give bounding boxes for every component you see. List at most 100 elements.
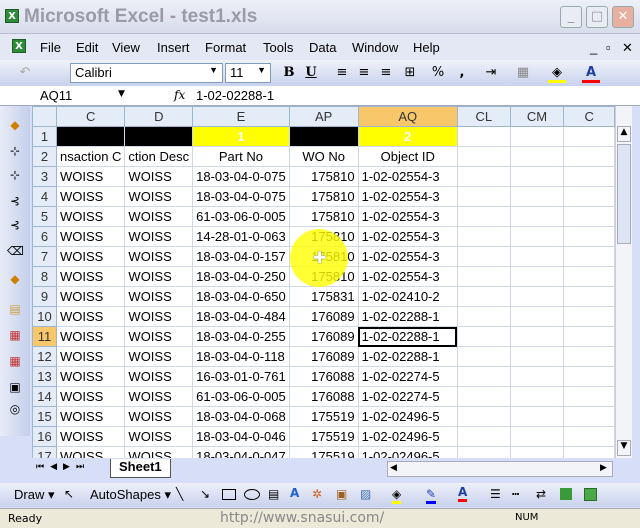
cell[interactable]: WOISS [55,246,126,267]
diagram-icon[interactable]: ✲ [312,487,322,501]
cell[interactable]: 175810 [288,166,359,187]
bold-button[interactable]: B [280,65,298,80]
cell[interactable]: 2 [357,126,458,147]
line-icon[interactable]: ╲ [176,487,183,501]
cell[interactable] [456,426,511,447]
fill-color-icon[interactable]: ◈ [548,65,566,83]
cell[interactable]: 18-03-04-0-075 [192,166,290,187]
cell[interactable]: 18-03-04-0-484 [192,306,290,327]
row-header[interactable]: 5 [32,206,57,227]
row-header[interactable]: 1 [32,126,57,147]
cell[interactable]: WOISS [124,246,194,267]
autoshapes-menu[interactable]: AutoShapes ▾ [90,487,171,503]
cell[interactable]: 1-02-02288-1 [357,346,458,367]
cell[interactable] [509,146,565,167]
cell[interactable]: WOISS [124,386,194,407]
cell[interactable]: 176088 [288,386,359,407]
picture-icon[interactable]: ▨ [360,487,371,501]
cell[interactable] [563,186,615,207]
cell[interactable] [563,146,615,167]
cell[interactable] [509,226,565,247]
cell[interactable]: 1-02-02274-5 [357,386,458,407]
textbox-icon[interactable]: ▤ [268,487,279,501]
cell[interactable]: 1-02-02554-3 [357,206,458,227]
cell[interactable]: 1-02-02554-3 [357,266,458,287]
clipart-icon[interactable]: ▣ [336,487,347,501]
cell[interactable] [509,406,565,427]
cell[interactable]: 16-03-01-0-761 [192,366,290,387]
dash-style-icon[interactable]: ┅ [512,487,519,501]
cell[interactable] [55,126,126,147]
cell[interactable]: WOISS [55,226,126,247]
doc-restore-button[interactable]: ▫ [606,40,611,55]
cell[interactable]: Object ID [357,146,458,167]
cell[interactable] [509,286,565,307]
horizontal-scrollbar[interactable]: ◀ ▶ [387,461,613,477]
cell[interactable] [456,446,511,458]
doc-minimize-button[interactable]: _ [590,40,597,55]
menu-view[interactable]: View [112,40,140,55]
cell[interactable]: 1-02-02496-5 [357,426,458,447]
fx-icon[interactable]: fx [174,88,185,102]
cell[interactable]: 1-02-02554-3 [357,166,458,187]
column-header-e[interactable]: E [192,106,290,127]
cell[interactable] [456,406,511,427]
error-check-icon[interactable]: ◆ [7,118,23,134]
column-header-d[interactable]: D [124,106,194,127]
cell[interactable] [563,226,615,247]
align-center-icon[interactable]: ≡ [355,65,373,80]
column-header-cm[interactable]: CM [509,106,565,127]
column-header-c[interactable]: C [563,106,615,127]
cell[interactable] [563,126,615,147]
row-header[interactable]: 15 [32,406,57,427]
3d-style-icon[interactable] [584,488,597,501]
wordart-icon[interactable]: A [290,486,299,500]
trace-precedents-icon[interactable]: ⊹ [7,144,23,160]
cell[interactable]: 1-02-02410-2 [357,286,458,307]
scroll-up-icon[interactable]: ▲ [617,126,631,142]
cell[interactable]: WOISS [124,206,194,227]
arrow-style-icon[interactable]: ⇄ [536,487,546,501]
vertical-scrollbar[interactable]: ▲ ▼ [615,106,632,458]
cell[interactable]: 14-28-01-0-063 [192,226,290,247]
cell[interactable] [563,446,615,458]
cell[interactable] [563,366,615,387]
cell[interactable] [456,186,511,207]
cell[interactable]: WOISS [55,366,126,387]
cell[interactable]: Part No [192,146,290,167]
cell[interactable] [509,326,565,347]
row-header[interactable]: 16 [32,426,57,447]
cell[interactable]: WOISS [55,406,126,427]
remove-dependent-arrows-icon[interactable]: ⊰ [7,218,23,234]
cell[interactable]: WOISS [124,446,194,458]
cell[interactable]: 18-03-04-0-046 [192,426,290,447]
new-comment-icon[interactable]: ▤ [7,302,23,318]
cell[interactable]: WOISS [124,166,194,187]
cell[interactable] [456,206,511,227]
cell[interactable]: WOISS [124,426,194,447]
cell[interactable]: WOISS [124,266,194,287]
cell[interactable]: 1-02-02554-3 [357,246,458,267]
cell[interactable] [563,246,615,267]
cell[interactable] [509,426,565,447]
line-style-icon[interactable]: ☰ [490,487,501,501]
cell[interactable]: 61-03-06-0-005 [192,386,290,407]
cell[interactable]: WOISS [55,426,126,447]
cell[interactable]: WOISS [55,266,126,287]
row-header[interactable]: 13 [32,366,57,387]
cell[interactable] [509,346,565,367]
cell[interactable] [456,366,511,387]
minimize-button[interactable]: _ [560,6,582,28]
row-header[interactable]: 17 [32,446,57,458]
cell[interactable] [509,166,565,187]
formula-input[interactable]: 1-02-02288-1 [196,88,274,103]
cell[interactable]: 1-02-02496-5 [357,446,458,458]
cell[interactable]: 18-03-04-0-068 [192,406,290,427]
cell[interactable]: 175519 [288,426,359,447]
align-left-icon[interactable]: ≡ [333,65,351,80]
row-header[interactable]: 9 [32,286,57,307]
cell[interactable]: WOISS [124,226,194,247]
cell[interactable] [563,426,615,447]
column-header-cl[interactable]: CL [456,106,511,127]
cell[interactable]: WOISS [55,346,126,367]
